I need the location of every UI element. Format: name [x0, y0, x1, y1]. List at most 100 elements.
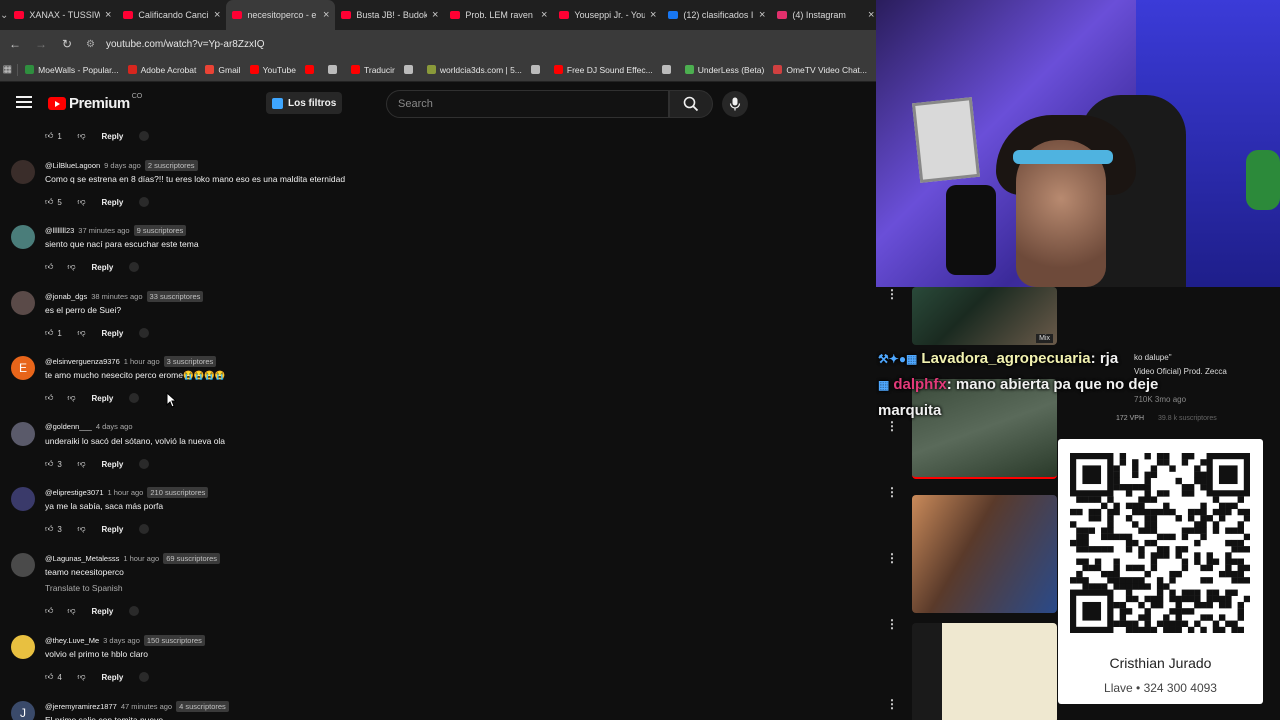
close-tab-icon[interactable]: ×: [759, 9, 765, 21]
comment-time[interactable]: 4 days ago: [96, 422, 133, 431]
more-options-icon[interactable]: ⋮: [886, 617, 898, 631]
reply-button[interactable]: Reply: [92, 394, 114, 403]
back-button[interactable]: ←: [4, 37, 26, 51]
dislike-icon[interactable]: 👎︎: [67, 606, 75, 616]
bookmark-item[interactable]: worldcia3ds.com | 5...: [426, 65, 522, 75]
comment-author[interactable]: @Lagunas_Metalesss: [45, 554, 119, 563]
browser-tab[interactable]: necesitoperco - e ×: [226, 0, 336, 30]
avatar[interactable]: [11, 553, 35, 577]
more-options-icon[interactable]: ⋮: [886, 485, 898, 499]
like-icon[interactable]: 👍︎: [45, 672, 53, 682]
like-icon[interactable]: 👍︎: [45, 328, 53, 338]
bookmark-item[interactable]: MoeWalls - Popular...: [25, 65, 119, 75]
tab-search-icon[interactable]: ⌄: [0, 0, 8, 30]
bookmark-item[interactable]: [403, 65, 417, 74]
bookmark-item[interactable]: YouTube: [249, 65, 296, 75]
browser-tab[interactable]: Calificando Canci ×: [117, 0, 226, 30]
bookmark-item[interactable]: Traducir: [350, 65, 395, 75]
avatar[interactable]: [11, 225, 35, 249]
comment-time[interactable]: 1 hour ago: [107, 488, 143, 497]
reply-button[interactable]: Reply: [102, 460, 124, 469]
like-icon[interactable]: 👍︎: [45, 197, 53, 207]
comment-author[interactable]: @goldenn___: [45, 422, 92, 431]
menu-icon[interactable]: [16, 96, 32, 108]
like-icon[interactable]: 👍︎: [45, 393, 53, 403]
like-icon[interactable]: 👍︎: [45, 131, 53, 141]
dislike-icon[interactable]: 👎︎: [77, 131, 85, 141]
avatar[interactable]: [11, 635, 35, 659]
close-tab-icon[interactable]: ×: [541, 9, 547, 21]
comment-author[interactable]: @eliprestige3071: [45, 488, 103, 497]
bookmark-item[interactable]: [327, 65, 341, 74]
related-thumbnail[interactable]: Mix: [912, 287, 1057, 345]
apps-grid-icon[interactable]: ▦: [0, 64, 15, 75]
comment-author[interactable]: @they.Luve_Me: [45, 636, 99, 645]
translate-link[interactable]: Translate to Spanish: [45, 583, 123, 593]
browser-tab[interactable]: XANAX - TUSSIW ×: [8, 0, 117, 30]
comment-author[interactable]: @jonab_dgs: [45, 292, 87, 301]
avatar[interactable]: [11, 160, 35, 184]
more-options-icon[interactable]: ⋮: [886, 287, 898, 301]
bookmark-item[interactable]: [661, 65, 675, 74]
comment-author[interactable]: @llllllll23: [45, 226, 74, 235]
comment-time[interactable]: 37 minutes ago: [78, 226, 129, 235]
browser-tab[interactable]: Youseppi Jr. - You ×: [553, 0, 662, 30]
close-tab-icon[interactable]: ×: [432, 9, 438, 21]
reload-button[interactable]: ↻: [56, 37, 78, 51]
related-thumbnail[interactable]: [912, 495, 1057, 613]
dislike-icon[interactable]: 👎︎: [77, 328, 85, 338]
dislike-icon[interactable]: 👎︎: [67, 393, 75, 403]
reply-button[interactable]: Reply: [102, 198, 124, 207]
dislike-icon[interactable]: 👎︎: [77, 524, 85, 534]
close-tab-icon[interactable]: ×: [214, 9, 220, 21]
youtube-premium-logo[interactable]: Premium CO: [48, 93, 142, 112]
more-options-icon[interactable]: ⋮: [886, 697, 898, 711]
voice-search-button[interactable]: [722, 91, 748, 117]
close-tab-icon[interactable]: ×: [105, 9, 111, 21]
comment-time[interactable]: 38 minutes ago: [91, 292, 142, 301]
dislike-icon[interactable]: 👎︎: [67, 262, 75, 272]
comment-time[interactable]: 9 days ago: [104, 161, 141, 170]
close-tab-icon[interactable]: ×: [650, 9, 656, 21]
reply-button[interactable]: Reply: [102, 673, 124, 682]
avatar[interactable]: [11, 291, 35, 315]
related-thumbnail[interactable]: [912, 623, 1057, 720]
bookmark-item[interactable]: [530, 65, 544, 74]
reply-button[interactable]: Reply: [102, 525, 124, 534]
comment-time[interactable]: 1 hour ago: [124, 357, 160, 366]
like-icon[interactable]: 👍︎: [45, 606, 53, 616]
dislike-icon[interactable]: 👎︎: [77, 197, 85, 207]
bookmark-item[interactable]: Free DJ Sound Effec...: [553, 65, 653, 75]
more-options-icon[interactable]: ⋮: [886, 551, 898, 565]
filters-extension-button[interactable]: Los filtros: [266, 92, 343, 114]
bookmark-item[interactable]: OmeTV Video Chat...: [773, 65, 867, 75]
comment-time[interactable]: 3 days ago: [103, 636, 140, 645]
bookmark-item[interactable]: [304, 65, 318, 74]
browser-tab[interactable]: Prob. LEM raven ×: [444, 0, 553, 30]
avatar[interactable]: [11, 487, 35, 511]
like-icon[interactable]: 👍︎: [45, 524, 53, 534]
bookmark-item[interactable]: Gmail: [205, 65, 241, 75]
close-tab-icon[interactable]: ×: [323, 9, 329, 21]
avatar[interactable]: [11, 422, 35, 446]
reply-button[interactable]: Reply: [92, 607, 114, 616]
comment-author[interactable]: @jeremyramirez1877: [45, 702, 117, 711]
comment-author[interactable]: @LilBlueLagoon: [45, 161, 100, 170]
reply-button[interactable]: Reply: [92, 263, 114, 272]
bookmark-item[interactable]: UnderLess (Beta): [684, 65, 764, 75]
dislike-icon[interactable]: 👎︎: [77, 459, 85, 469]
like-icon[interactable]: 👍︎: [45, 459, 53, 469]
site-info-icon[interactable]: ⚙: [86, 39, 100, 50]
reply-button[interactable]: Reply: [102, 329, 124, 338]
browser-tab[interactable]: (12) clasificados I ×: [662, 0, 771, 30]
bookmark-item[interactable]: Adobe Acrobat: [127, 65, 196, 75]
search-input[interactable]: Search: [386, 90, 669, 118]
search-button[interactable]: [669, 90, 713, 118]
url-field[interactable]: ⚙ youtube.com/watch?v=Yp-ar8ZzxIQ: [86, 33, 876, 55]
like-icon[interactable]: 👍︎: [45, 262, 53, 272]
avatar[interactable]: J: [11, 701, 35, 720]
dislike-icon[interactable]: 👎︎: [77, 672, 85, 682]
forward-button[interactable]: →: [30, 37, 52, 51]
comment-time[interactable]: 47 minutes ago: [121, 702, 172, 711]
close-tab-icon[interactable]: ×: [868, 9, 874, 21]
